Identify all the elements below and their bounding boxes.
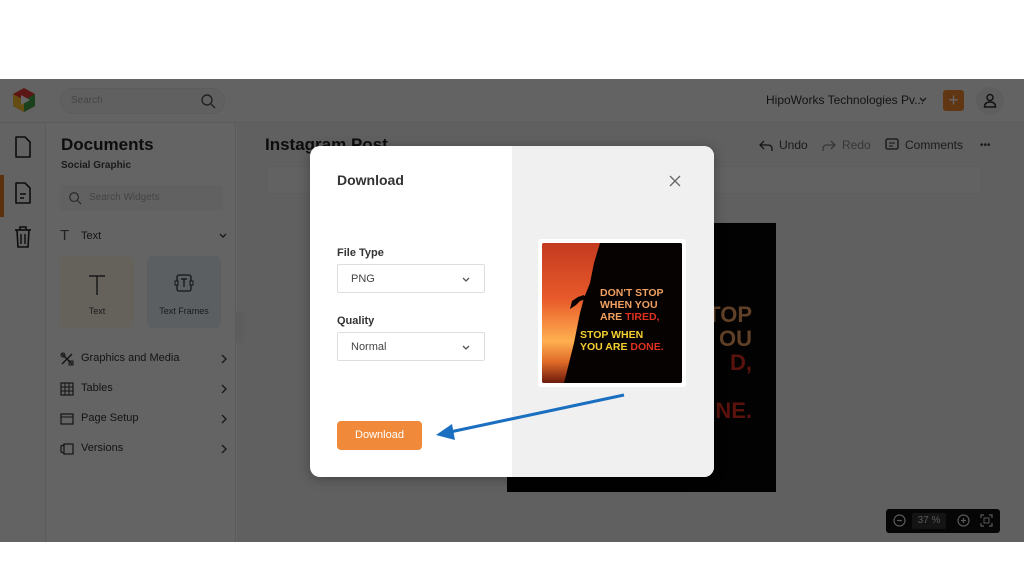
app-window: Search HipoWorks Technologies Pv... + (0, 79, 1024, 542)
annotation-arrow (436, 393, 625, 440)
